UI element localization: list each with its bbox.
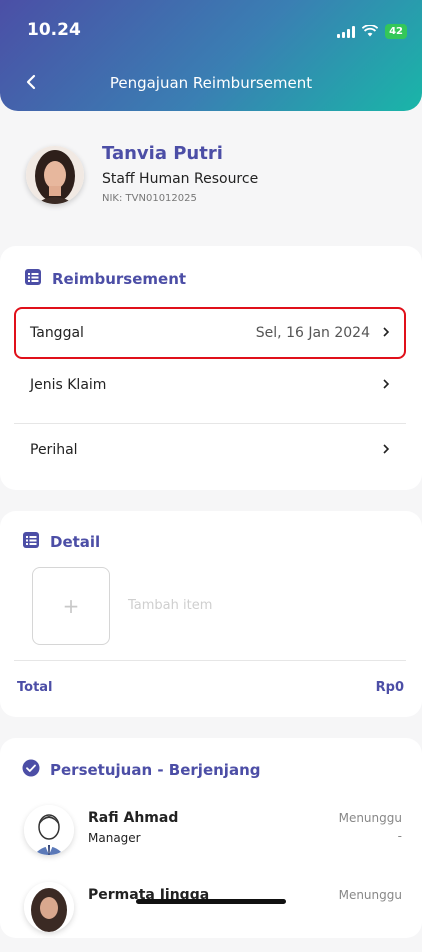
approver-name: Rafi Ahmad [88, 810, 179, 826]
total-label: Total [17, 680, 53, 695]
list-icon [22, 531, 40, 553]
list-icon [24, 268, 42, 290]
highlight-box [14, 307, 406, 359]
home-indicator [136, 899, 286, 904]
chevron-right-icon [382, 442, 390, 458]
page-title: Pengajuan Reimbursement [109, 74, 313, 92]
wifi-icon [361, 22, 379, 41]
check-circle-icon [22, 759, 40, 781]
app-header: 10.24 42 Pengajuan Reimbursement [0, 0, 422, 111]
detail-section-title: Detail [22, 531, 100, 553]
avatar [24, 882, 74, 932]
approval-date: - [397, 829, 402, 843]
approver-role: Manager [88, 831, 141, 845]
perihal-row[interactable]: Perihal [14, 425, 406, 475]
total-value: Rp0 [375, 680, 404, 695]
status-icons: 42 [337, 22, 407, 41]
jenis-klaim-row[interactable]: Jenis Klaim [14, 360, 406, 410]
divider [14, 660, 406, 661]
divider [14, 423, 406, 424]
battery-icon: 42 [385, 24, 407, 39]
add-item-label[interactable]: Tambah item [128, 598, 212, 613]
avatar [24, 805, 74, 855]
row-label: Perihal [30, 442, 78, 458]
chevron-right-icon [382, 377, 390, 393]
approver-item[interactable]: Rafi Ahmad Manager Menunggu - [0, 805, 422, 875]
profile-section: Tanvia Putri Staff Human Resource NIK: T… [26, 140, 406, 210]
row-label: Jenis Klaim [30, 377, 107, 393]
avatar [26, 146, 84, 204]
section-label: Persetujuan - Berjenjang [50, 761, 261, 779]
approval-status: Menunggu [338, 888, 402, 902]
status-time: 10.24 [27, 20, 81, 40]
approval-status: Menunggu [338, 811, 402, 825]
section-label: Reimbursement [52, 270, 187, 288]
section-label: Detail [50, 533, 101, 551]
approver-item[interactable]: Permata Jingga Menunggu [0, 882, 422, 952]
plus-icon: + [62, 594, 80, 618]
reimbursement-section-title: Reimbursement [24, 268, 186, 290]
approval-section-title: Persetujuan - Berjenjang [22, 759, 260, 781]
signal-icon [337, 25, 356, 38]
user-role: Staff Human Resource [102, 171, 259, 187]
add-item-button[interactable]: + [32, 567, 110, 645]
user-name: Tanvia Putri [102, 143, 223, 164]
user-nik: NIK: TVN01012025 [102, 193, 197, 204]
